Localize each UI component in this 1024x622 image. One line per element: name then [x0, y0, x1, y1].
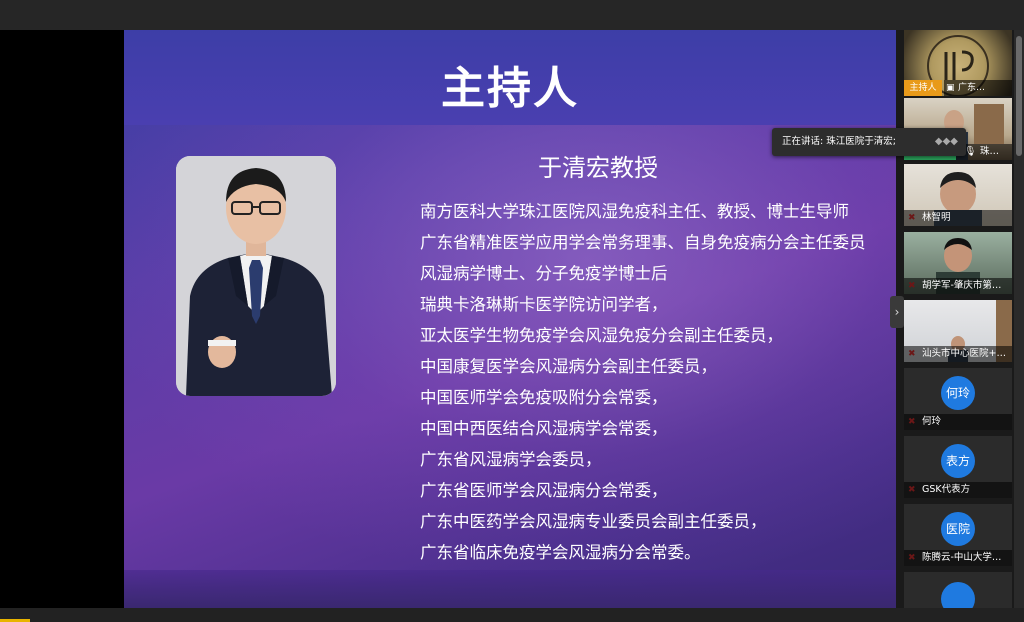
screen-share-icon: ▣ [946, 83, 955, 93]
participant-name: 陈腾云-中山大学… [904, 550, 1012, 566]
speaking-text: 正在讲话: 珠江医院于清宏; [782, 136, 896, 147]
speaking-wave-icon: ◆◆◆ [934, 136, 958, 147]
cohost-name-text: 珠… [980, 146, 1000, 157]
bio-line: 亚太医学生物免疫学会风湿免疫分会副主任委员， [420, 326, 783, 345]
host-tile-name: ▣ 广东… [944, 80, 1012, 96]
participant-name: GSK代表方 [904, 482, 1012, 498]
collapse-panel-button[interactable]: › [890, 296, 904, 328]
participant-avatar: 表方 [941, 444, 975, 478]
bio-line: 中国医师学会免疫吸附分会常委， [420, 388, 668, 407]
participant-tile[interactable]: ✖ 汕头市中心医院+… [904, 300, 1012, 362]
bio-line: 广东省风湿病学会委员， [420, 450, 602, 469]
participant-avatar: 何玲 [941, 376, 975, 410]
letterbox-left [0, 30, 124, 608]
participant-tile[interactable]: ✖ 胡学军-肇庆市第… [904, 232, 1012, 294]
bio-line: 南方医科大学珠江医院风湿免疫科主任、教授、博士生导师 [420, 202, 849, 221]
participant-avatar [941, 582, 975, 608]
slide-title: 主持人 [441, 63, 579, 114]
host-tile-name-text: 广东… [958, 83, 986, 93]
participant-name: 何玲 [904, 414, 1012, 430]
bio-line: 广东中医药学会风湿病专业委员会副主任委员， [420, 512, 767, 531]
bio-line: 中国中西医结合风湿病学会常委， [420, 419, 668, 438]
host-bio-list: 南方医科大学珠江医院风湿免疫科主任、教授、博士生导师 广东省精准医学应用学会常务… [420, 202, 890, 574]
bio-line: 瑞典卡洛琳斯卡医学院访问学者， [420, 295, 668, 314]
speaking-indicator-tooltip: 正在讲话: 珠江医院于清宏; ◆◆◆ [772, 128, 966, 156]
scrollbar-thumb[interactable] [1016, 36, 1022, 156]
host-name: 于清宏教授 [538, 154, 658, 182]
chevron-right-icon: › [894, 305, 900, 319]
bio-line: 广东省医师学会风湿病分会常委， [420, 481, 668, 500]
participant-tile[interactable]: 何玲 ✖ 何玲 [904, 368, 1012, 430]
participant-tile-partial[interactable] [904, 572, 1012, 608]
meeting-bottom-bar [0, 608, 1024, 622]
bio-line: 广东省临床免疫学会风湿病分会常委。 [420, 543, 701, 562]
participant-tile[interactable]: 医院 ✖ 陈腾云-中山大学… [904, 504, 1012, 566]
participant-avatar: 医院 [941, 512, 975, 546]
participant-name: 胡学军-肇庆市第… [904, 278, 1012, 294]
participant-name: 汕头市中心医院+… [904, 346, 1012, 362]
bio-line: 中国康复医学会风湿病分会副主任委员， [420, 357, 717, 376]
shared-slide: 主持人 于清宏教授 南方医科大学珠江医院风湿免疫科主任、教授、博士生导师 广东省… [124, 30, 896, 608]
bio-line: 风湿病学博士、分子免疫学博士后 [420, 264, 668, 283]
host-role-badge: 主持人 [904, 80, 942, 96]
slide-footer-band [124, 570, 896, 608]
meeting-top-bar [0, 0, 1024, 30]
bio-line: 广东省精准医学应用学会常务理事、自身免疫病分会主任委员 [420, 233, 866, 252]
participant-panel-scrollbar[interactable] [1014, 30, 1024, 608]
participant-tile[interactable]: 表方 ✖ GSK代表方 [904, 436, 1012, 498]
participant-name: 林智明 [904, 210, 1012, 226]
host-portrait-photo [176, 156, 336, 396]
participant-tile[interactable]: ✖ 林智明 [904, 164, 1012, 226]
